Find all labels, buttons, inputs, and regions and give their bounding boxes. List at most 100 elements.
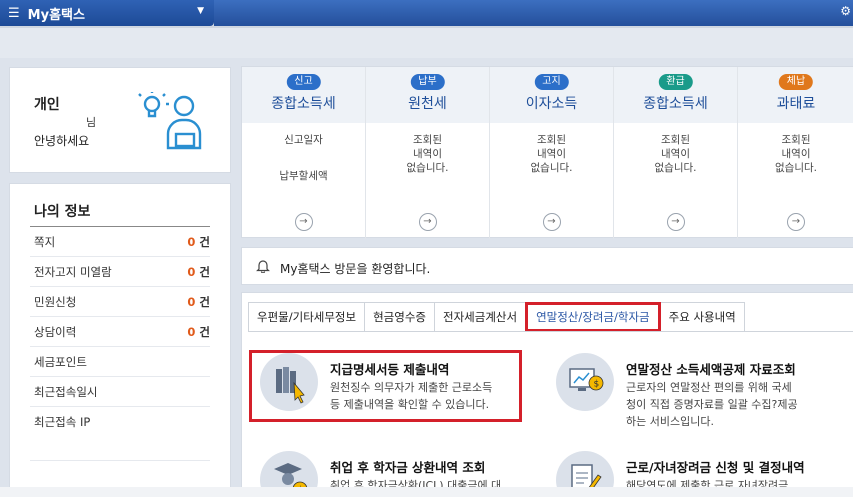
divider (30, 346, 210, 347)
service-year-end-deduction[interactable]: $ 연말정산 소득세액공제 자료조회 근로자의 연말정산 편의를 위해 국세 청… (546, 353, 846, 428)
info-row-e-notice[interactable]: 전자고지 미열람 0건 (34, 262, 210, 282)
tax-col-income-report[interactable]: 신고 종합소득세 신고일자 납부할세액 → (242, 67, 366, 239)
tax-col-penalty[interactable]: 체납 과태료 조회된 내역이 없습니다. → (738, 67, 853, 239)
my-info-card: 나의 정보 쪽지 0건 전자고지 미열람 0건 민원신청 0건 상담이력 0건 … (9, 183, 231, 497)
status-badge: 신고 (286, 74, 321, 90)
desc-line: 하는 서비스입니다. (626, 415, 714, 428)
info-label: 민원신청 (34, 295, 77, 309)
service-desc: 근로자의 연말정산 편의를 위해 국세 청이 직접 증명자료를 일괄 수집?제공… (626, 379, 798, 430)
menu-label: My홈택스 (27, 7, 85, 23)
col-title: 종합소득세 (271, 96, 336, 112)
divider (30, 316, 210, 317)
col-title: 이자소득 (525, 96, 578, 112)
service-title: 취업 후 학자금 상환내역 조회 (330, 460, 486, 475)
highlight-box (249, 350, 522, 422)
info-unit: 건 (199, 235, 210, 249)
col-title: 과태료 (776, 96, 816, 112)
service-title: 근로/자녀장려금 신청 및 결정내역 (626, 460, 805, 475)
info-row-consult[interactable]: 상담이력 0건 (34, 322, 210, 342)
status-badge: 납부 (410, 74, 445, 90)
info-row-last-login: 최근접속일시 (34, 382, 210, 402)
tab-bar: 우편물/기타세무정보 현금영수증 전자세금계산서 연말정산/장려금/학자금 주요… (248, 302, 745, 332)
service-panel: 우편물/기타세무정보 현금영수증 전자세금계산서 연말정산/장려금/학자금 주요… (241, 292, 853, 497)
desc-line: 청이 직접 증명자료를 일괄 수집?제공 (626, 398, 798, 411)
col-title: 원천세 (408, 96, 447, 112)
info-unit: 건 (199, 295, 210, 309)
col-body: 조회된 내역이 없습니다. (614, 133, 737, 175)
info-row-petition[interactable]: 민원신청 0건 (34, 292, 210, 312)
divider (30, 286, 210, 287)
my-info-title: 나의 정보 (34, 204, 91, 220)
settings-icon[interactable]: ⚙ (840, 4, 851, 18)
tab-mail-info[interactable]: 우편물/기타세무정보 (248, 302, 365, 332)
col-line: 조회된 (661, 134, 690, 146)
info-label: 최근접속 IP (34, 415, 91, 429)
col-line: 조회된 (413, 134, 442, 146)
info-label: 최근접속일시 (34, 385, 98, 399)
status-badge: 고지 (534, 74, 569, 90)
info-row-last-ip: 최근접속 IP (34, 412, 210, 432)
col-line: 조회된 (781, 134, 811, 146)
tax-col-interest[interactable]: 고지 이자소득 조회된 내역이 없습니다. → (490, 67, 614, 239)
arrow-right-icon[interactable]: → (666, 213, 685, 231)
info-label: 쪽지 (34, 235, 56, 249)
col-line: 내역이 (781, 148, 811, 160)
tab-e-tax-invoice[interactable]: 전자세금계산서 (434, 302, 526, 332)
info-count: 0 (187, 325, 196, 339)
col-line: 없습니다. (775, 162, 817, 174)
col-head: 고지 이자소득 (490, 67, 613, 123)
col-line: 없습니다. (654, 162, 697, 174)
arrow-right-icon[interactable]: → (542, 213, 561, 231)
bell-icon (256, 260, 270, 273)
divider (30, 406, 210, 407)
col-line: 내역이 (413, 148, 442, 160)
top-bar: ☰ My홈택스 ▼ ⚙ (0, 0, 853, 28)
col-line: 없습니다. (530, 162, 573, 174)
svg-text:$: $ (594, 380, 600, 390)
col-line: 납부할세액 (279, 170, 328, 182)
info-unit: 건 (199, 325, 210, 339)
divider (30, 376, 210, 377)
tab-cash-receipt[interactable]: 현금영수증 (364, 302, 434, 332)
col-head: 납부 원천세 (366, 67, 489, 123)
info-label: 세금포인트 (34, 355, 87, 369)
bottom-strip (0, 487, 853, 497)
tax-col-withholding[interactable]: 납부 원천세 조회된 내역이 없습니다. → (366, 67, 490, 239)
service-title: 연말정산 소득세액공제 자료조회 (626, 362, 796, 377)
arrow-right-icon[interactable]: → (418, 213, 437, 231)
col-line: 조회된 (537, 134, 566, 146)
col-line: 없습니다. (406, 162, 449, 174)
info-unit: 건 (199, 265, 210, 279)
my-hometax-menu[interactable]: ☰ My홈택스 ▼ (0, 0, 214, 26)
divider (30, 256, 210, 257)
tax-summary: 신고 종합소득세 신고일자 납부할세액 → 납부 원천세 조회된 내역이 없습니… (241, 66, 853, 239)
col-body: 조회된 내역이 없습니다. (490, 133, 613, 175)
col-line: 내역이 (537, 148, 566, 160)
welcome-bar: My홈택스 방문을 환영합니다. (241, 247, 853, 285)
user-type: 개인 (34, 97, 60, 113)
tax-col-refund[interactable]: 환급 종합소득세 조회된 내역이 없습니다. → (614, 67, 738, 239)
info-count: 0 (187, 295, 196, 309)
info-row-note[interactable]: 쪽지 0건 (34, 232, 210, 252)
col-line: 내역이 (661, 148, 690, 160)
info-count: 0 (187, 265, 196, 279)
arrow-right-icon[interactable]: → (294, 213, 313, 231)
info-row-tax-point[interactable]: 세금포인트 (34, 352, 210, 372)
tab-year-end-settlement[interactable]: 연말정산/장려금/학자금 (525, 302, 661, 332)
chevron-down-icon[interactable]: ▼ (197, 6, 204, 16)
col-line: 신고일자 (284, 134, 323, 146)
arrow-right-icon[interactable]: → (787, 213, 805, 231)
status-badge: 체납 (778, 74, 814, 90)
status-badge: 환급 (658, 74, 693, 90)
user-name: 님 (86, 116, 97, 129)
greeting: 안녕하세요 (34, 134, 90, 148)
welcome-message: My홈택스 방문을 환영합니다. (280, 262, 431, 276)
desc-line: 근로자의 연말정산 편의를 위해 국세 (626, 381, 792, 394)
info-label: 전자고지 미열람 (34, 265, 112, 279)
col-title: 종합소득세 (643, 96, 708, 112)
tab-usage-history[interactable]: 주요 사용내역 (660, 302, 745, 332)
profile-card: 개인 님 안녕하세요 (9, 67, 231, 173)
hamburger-icon[interactable]: ☰ (8, 6, 20, 21)
col-body: 조회된 내역이 없습니다. (366, 133, 489, 175)
computer-coin-icon: $ (556, 353, 614, 411)
